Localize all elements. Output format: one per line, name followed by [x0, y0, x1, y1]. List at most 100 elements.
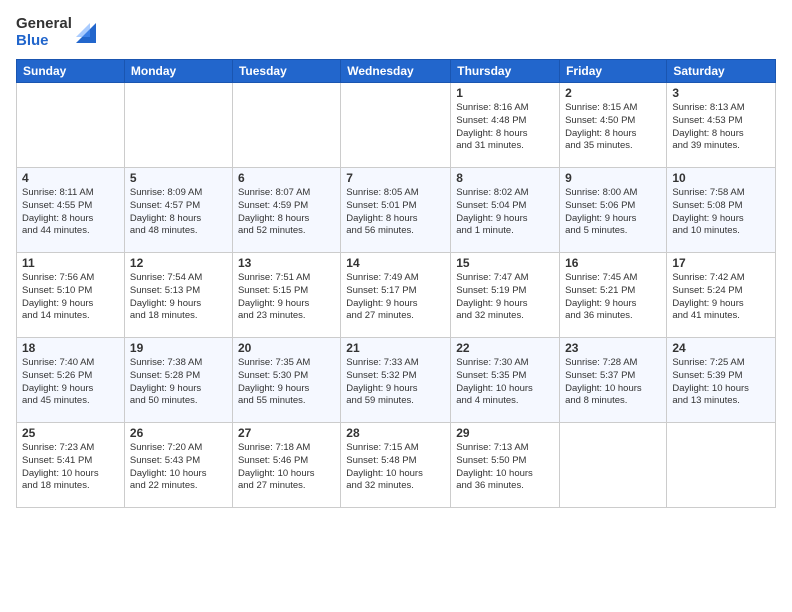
day-number: 26: [130, 426, 227, 440]
weekday-header-wednesday: Wednesday: [341, 60, 451, 83]
day-number: 1: [456, 86, 554, 100]
day-number: 2: [565, 86, 661, 100]
calendar-cell: 8 Sunrise: 8:02 AM Sunset: 5:04 PM Daylig…: [451, 168, 560, 253]
day-info: Sunrise: 7:40 AM Sunset: 5:26 PM Dayligh…: [22, 357, 119, 408]
day-info: Sunrise: 8:07 AM Sunset: 4:59 PM Dayligh…: [238, 187, 335, 238]
day-info: Sunrise: 7:28 AM Sunset: 5:37 PM Dayligh…: [565, 357, 661, 408]
calendar-cell: 5 Sunrise: 8:09 AM Sunset: 4:57 PM Daylig…: [124, 168, 232, 253]
calendar-cell: 14 Sunrise: 7:49 AM Sunset: 5:17 PM Dayli…: [341, 253, 451, 338]
day-number: 15: [456, 256, 554, 270]
weekday-header-friday: Friday: [560, 60, 667, 83]
week-row-1: 1 Sunrise: 8:16 AM Sunset: 4:48 PM Daylig…: [17, 83, 776, 168]
calendar-cell: 2 Sunrise: 8:15 AM Sunset: 4:50 PM Daylig…: [560, 83, 667, 168]
day-number: 25: [22, 426, 119, 440]
day-number: 29: [456, 426, 554, 440]
day-info: Sunrise: 7:23 AM Sunset: 5:41 PM Dayligh…: [22, 442, 119, 493]
weekday-header-saturday: Saturday: [667, 60, 776, 83]
week-row-2: 4Sunrise: 8:11 AM Sunset: 4:55 PM Daylig…: [17, 168, 776, 253]
day-number: 18: [22, 341, 119, 355]
day-info: Sunrise: 7:25 AM Sunset: 5:39 PM Dayligh…: [672, 357, 770, 408]
day-number: 19: [130, 341, 227, 355]
calendar-cell: 9 Sunrise: 8:00 AM Sunset: 5:06 PM Daylig…: [560, 168, 667, 253]
day-info: Sunrise: 7:56 AM Sunset: 5:10 PM Dayligh…: [22, 272, 119, 323]
calendar-cell: [124, 83, 232, 168]
day-info: Sunrise: 8:02 AM Sunset: 5:04 PM Dayligh…: [456, 187, 554, 238]
day-info: Sunrise: 8:11 AM Sunset: 4:55 PM Dayligh…: [22, 187, 119, 238]
logo-blue: Blue: [16, 33, 72, 50]
week-row-4: 18 Sunrise: 7:40 AM Sunset: 5:26 PM Dayli…: [17, 338, 776, 423]
weekday-header-sunday: Sunday: [17, 60, 125, 83]
weekday-header-row: SundayMondayTuesdayWednesdayThursdayFrid…: [17, 60, 776, 83]
day-number: 12: [130, 256, 227, 270]
calendar-cell: [341, 83, 451, 168]
calendar-cell: 6Sunrise: 8:07 AM Sunset: 4:59 PM Daylig…: [232, 168, 340, 253]
day-info: Sunrise: 7:45 AM Sunset: 5:21 PM Dayligh…: [565, 272, 661, 323]
calendar-cell: 29Sunrise: 7:13 AM Sunset: 5:50 PM Dayli…: [451, 423, 560, 508]
logo-text: General Blue: [16, 16, 72, 49]
day-number: 16: [565, 256, 661, 270]
calendar-cell: 10 Sunrise: 7:58 AM Sunset: 5:08 PM Dayli…: [667, 168, 776, 253]
calendar-cell: [560, 423, 667, 508]
calendar-cell: 27Sunrise: 7:18 AM Sunset: 5:46 PM Dayli…: [232, 423, 340, 508]
calendar-cell: 17Sunrise: 7:42 AM Sunset: 5:24 PM Dayli…: [667, 253, 776, 338]
day-number: 5: [130, 171, 227, 185]
day-info: Sunrise: 7:15 AM Sunset: 5:48 PM Dayligh…: [346, 442, 445, 493]
day-info: Sunrise: 7:33 AM Sunset: 5:32 PM Dayligh…: [346, 357, 445, 408]
day-info: Sunrise: 7:30 AM Sunset: 5:35 PM Dayligh…: [456, 357, 554, 408]
page: General Blue SundayMondayTuesdayWednesda…: [0, 0, 792, 612]
day-info: Sunrise: 7:38 AM Sunset: 5:28 PM Dayligh…: [130, 357, 227, 408]
header: General Blue: [16, 16, 776, 49]
calendar-cell: 16 Sunrise: 7:45 AM Sunset: 5:21 PM Dayli…: [560, 253, 667, 338]
calendar-cell: 26 Sunrise: 7:20 AM Sunset: 5:43 PM Dayli…: [124, 423, 232, 508]
day-info: Sunrise: 7:35 AM Sunset: 5:30 PM Dayligh…: [238, 357, 335, 408]
logo-general: General: [16, 16, 72, 33]
calendar-cell: 19 Sunrise: 7:38 AM Sunset: 5:28 PM Dayli…: [124, 338, 232, 423]
day-number: 21: [346, 341, 445, 355]
day-number: 10: [672, 171, 770, 185]
logo: General Blue: [16, 16, 96, 49]
day-info: Sunrise: 7:42 AM Sunset: 5:24 PM Dayligh…: [672, 272, 770, 323]
day-number: 14: [346, 256, 445, 270]
day-info: Sunrise: 7:58 AM Sunset: 5:08 PM Dayligh…: [672, 187, 770, 238]
day-number: 8: [456, 171, 554, 185]
calendar-cell: 21 Sunrise: 7:33 AM Sunset: 5:32 PM Dayli…: [341, 338, 451, 423]
calendar-cell: 3 Sunrise: 8:13 AM Sunset: 4:53 PM Daylig…: [667, 83, 776, 168]
day-number: 9: [565, 171, 661, 185]
calendar-cell: 23 Sunrise: 7:28 AM Sunset: 5:37 PM Dayli…: [560, 338, 667, 423]
calendar-cell: 11Sunrise: 7:56 AM Sunset: 5:10 PM Dayli…: [17, 253, 125, 338]
weekday-header-thursday: Thursday: [451, 60, 560, 83]
day-number: 24: [672, 341, 770, 355]
calendar-cell: 13Sunrise: 7:51 AM Sunset: 5:15 PM Dayli…: [232, 253, 340, 338]
day-info: Sunrise: 7:18 AM Sunset: 5:46 PM Dayligh…: [238, 442, 335, 493]
day-info: Sunrise: 8:13 AM Sunset: 4:53 PM Dayligh…: [672, 102, 770, 153]
day-info: Sunrise: 8:09 AM Sunset: 4:57 PM Dayligh…: [130, 187, 227, 238]
calendar-cell: 7Sunrise: 8:05 AM Sunset: 5:01 PM Daylig…: [341, 168, 451, 253]
week-row-5: 25 Sunrise: 7:23 AM Sunset: 5:41 PM Dayli…: [17, 423, 776, 508]
calendar-cell: [17, 83, 125, 168]
calendar-cell: 22 Sunrise: 7:30 AM Sunset: 5:35 PM Dayli…: [451, 338, 560, 423]
calendar-cell: 12 Sunrise: 7:54 AM Sunset: 5:13 PM Dayli…: [124, 253, 232, 338]
calendar-cell: 25 Sunrise: 7:23 AM Sunset: 5:41 PM Dayli…: [17, 423, 125, 508]
day-info: Sunrise: 7:49 AM Sunset: 5:17 PM Dayligh…: [346, 272, 445, 323]
day-info: Sunrise: 7:51 AM Sunset: 5:15 PM Dayligh…: [238, 272, 335, 323]
day-info: Sunrise: 7:54 AM Sunset: 5:13 PM Dayligh…: [130, 272, 227, 323]
day-info: Sunrise: 8:15 AM Sunset: 4:50 PM Dayligh…: [565, 102, 661, 153]
day-number: 23: [565, 341, 661, 355]
logo-triangle-icon: [76, 23, 96, 43]
calendar-cell: 24 Sunrise: 7:25 AM Sunset: 5:39 PM Dayli…: [667, 338, 776, 423]
calendar-cell: 20 Sunrise: 7:35 AM Sunset: 5:30 PM Dayli…: [232, 338, 340, 423]
week-row-3: 11Sunrise: 7:56 AM Sunset: 5:10 PM Dayli…: [17, 253, 776, 338]
calendar-cell: 15 Sunrise: 7:47 AM Sunset: 5:19 PM Dayli…: [451, 253, 560, 338]
calendar-cell: 18 Sunrise: 7:40 AM Sunset: 5:26 PM Dayli…: [17, 338, 125, 423]
day-number: 22: [456, 341, 554, 355]
day-info: Sunrise: 7:20 AM Sunset: 5:43 PM Dayligh…: [130, 442, 227, 493]
day-number: 7: [346, 171, 445, 185]
day-info: Sunrise: 8:16 AM Sunset: 4:48 PM Dayligh…: [456, 102, 554, 153]
weekday-header-monday: Monday: [124, 60, 232, 83]
day-number: 3: [672, 86, 770, 100]
day-info: Sunrise: 8:00 AM Sunset: 5:06 PM Dayligh…: [565, 187, 661, 238]
day-number: 28: [346, 426, 445, 440]
day-number: 20: [238, 341, 335, 355]
calendar-table: SundayMondayTuesdayWednesdayThursdayFrid…: [16, 59, 776, 508]
day-info: Sunrise: 7:47 AM Sunset: 5:19 PM Dayligh…: [456, 272, 554, 323]
